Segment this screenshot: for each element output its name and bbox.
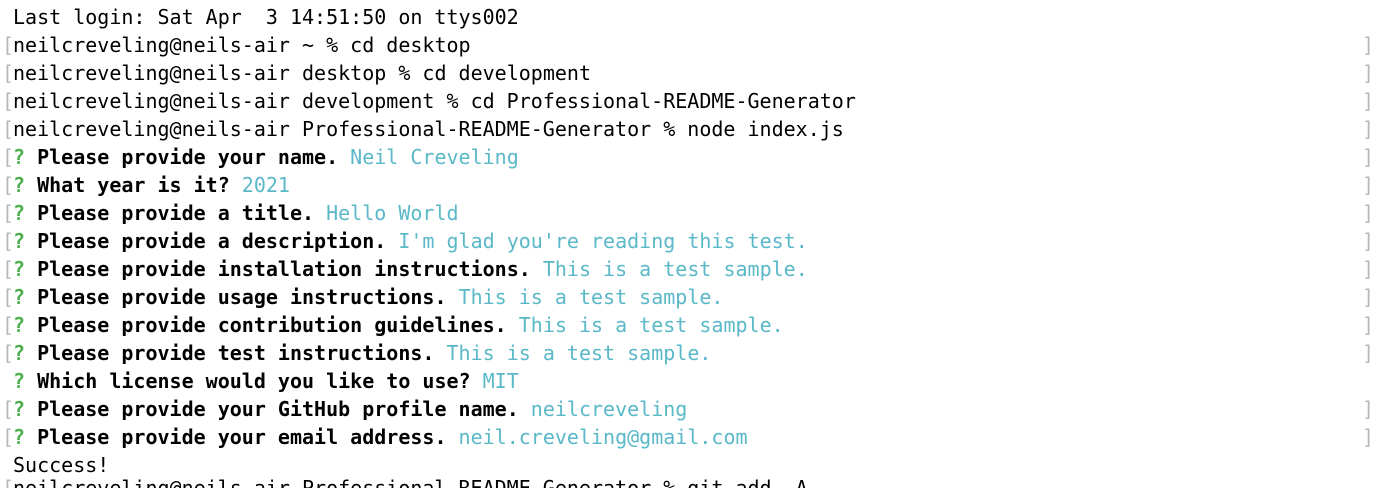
prompt-question: What year is it? (37, 173, 230, 197)
shell-command: node index.js (687, 117, 844, 141)
prompt-question: Which license would you like to use? (37, 369, 471, 393)
prompt-answer: neilcreveling (530, 397, 688, 421)
prompt-line-year: [ ? What year is it? 2021 ] (0, 171, 1380, 199)
prompt-line-usage: [ ? Please provide usage instructions. T… (0, 283, 1380, 311)
prompt-answer: Hello World (326, 201, 459, 225)
prompt-line-email: [ ? Please provide your email address. n… (0, 423, 1380, 451)
mark-bracket-right: ] (1361, 425, 1374, 449)
question-mark-icon: ? (13, 369, 26, 393)
mark-bracket-right: ] (1361, 145, 1374, 169)
mark-bracket-right: ] (1361, 397, 1374, 421)
prompt-line-description: [ ? Please provide a description. I'm gl… (0, 227, 1380, 255)
mark-bracket-right: ] (1361, 173, 1374, 197)
mark-bracket-right: ] (1361, 117, 1374, 141)
command-line: [ neilcreveling@neils-air development % … (0, 87, 1380, 115)
mark-bracket-right: ] (1361, 201, 1374, 225)
command-line: [ neilcreveling@neils-air ~ % cd desktop… (0, 31, 1380, 59)
prompt-question: Please provide contribution guidelines. (37, 313, 507, 337)
prompt-line-license: ? Which license would you like to use? M… (0, 367, 1380, 395)
question-mark-icon: ? (13, 397, 26, 421)
terminal-window[interactable]: Last login: Sat Apr 3 14:51:50 on ttys00… (0, 0, 1380, 488)
prompt-answer: neil.creveling@gmail.com (458, 425, 748, 449)
question-mark-icon: ? (13, 173, 26, 197)
prompt-line-installation: [ ? Please provide installation instruct… (0, 255, 1380, 283)
prompt-line-contribution: [ ? Please provide contribution guidelin… (0, 311, 1380, 339)
shell-prompt: neilcreveling@neils-air ~ % (13, 33, 351, 57)
shell-command: cd development (422, 61, 591, 85)
question-mark-icon: ? (13, 341, 26, 365)
question-mark-icon: ? (13, 201, 26, 225)
mark-bracket-right: ] (1361, 285, 1374, 309)
prompt-question: Please provide your name. (37, 145, 339, 169)
partial-command-line: [ neilcreveling@neils-air Professional-R… (0, 474, 1380, 488)
shell-prompt: neilcreveling@neils-air development % (13, 89, 471, 113)
prompt-question: Please provide installation instructions… (37, 257, 531, 281)
prompt-line-github: [ ? Please provide your GitHub profile n… (0, 395, 1380, 423)
mark-bracket-right: ] (1361, 313, 1374, 337)
question-mark-icon: ? (13, 145, 26, 169)
question-mark-icon: ? (13, 229, 26, 253)
mark-bracket-right: ] (1361, 229, 1374, 253)
shell-command: cd Professional-README-Generator (470, 89, 856, 113)
shell-prompt: neilcreveling@neils-air desktop % (13, 61, 423, 85)
prompt-question: Please provide a description. (37, 229, 387, 253)
question-mark-icon: ? (13, 313, 26, 337)
mark-bracket-right: ] (1361, 61, 1374, 85)
shell-prompt: neilcreveling@neils-air Professional-REA… (13, 117, 688, 141)
login-line: Last login: Sat Apr 3 14:51:50 on ttys00… (13, 5, 519, 29)
prompt-answer: This is a test sample. (458, 285, 724, 309)
mark-bracket-right: ] (1361, 341, 1374, 365)
prompt-answer: I'm glad you're reading this test. (398, 229, 808, 253)
question-mark-icon: ? (13, 285, 26, 309)
prompt-answer: This is a test sample. (542, 257, 808, 281)
prompt-question: Please provide a title. (37, 201, 315, 225)
prompt-line-title: [ ? Please provide a title. Hello World … (0, 199, 1380, 227)
command-line: [ neilcreveling@neils-air Professional-R… (0, 115, 1380, 143)
prompt-question: Please provide your email address. (37, 425, 447, 449)
prompt-answer: This is a test sample. (518, 313, 784, 337)
prompt-line-name: [ ? Please provide your name. Neil Creve… (0, 143, 1380, 171)
prompt-question: Please provide your GitHub profile name. (37, 397, 519, 421)
prompt-answer: 2021 (241, 173, 290, 197)
prompt-answer: MIT (482, 369, 519, 393)
question-mark-icon: ? (13, 257, 26, 281)
mark-bracket-right: ] (1361, 89, 1374, 113)
prompt-answer: This is a test sample. (446, 341, 712, 365)
command-line: [ neilcreveling@neils-air desktop % cd d… (0, 59, 1380, 87)
shell-command: cd desktop (350, 33, 471, 57)
mark-bracket-right: ] (1361, 257, 1374, 281)
question-mark-icon: ? (13, 425, 26, 449)
mark-bracket-right: ] (1361, 33, 1374, 57)
prompt-line-test: [ ? Please provide test instructions. Th… (0, 339, 1380, 367)
prompt-answer: Neil Creveling (350, 145, 519, 169)
prompt-question: Please provide usage instructions. (37, 285, 447, 309)
prompt-question: Please provide test instructions. (37, 341, 435, 365)
